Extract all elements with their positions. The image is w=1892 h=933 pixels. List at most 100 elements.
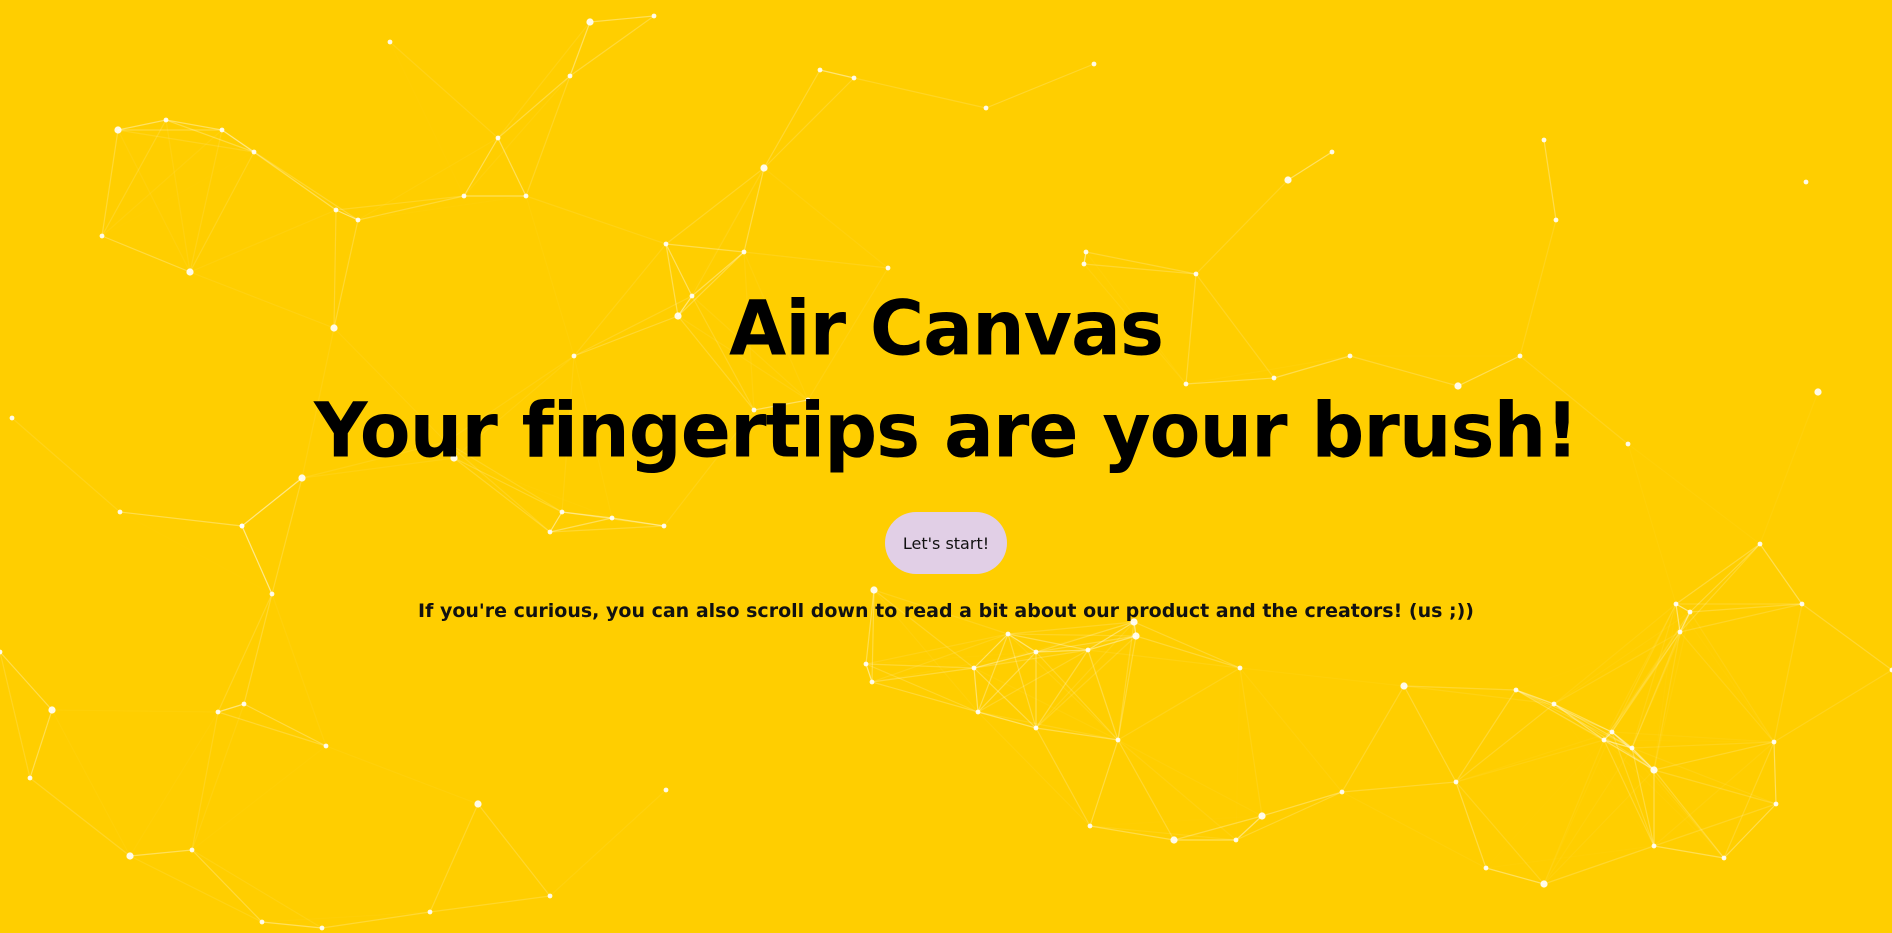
title-line-app-name: Air Canvas [728, 285, 1164, 373]
network-link [1612, 732, 1724, 858]
network-link [871, 681, 979, 713]
network-node [1237, 665, 1243, 671]
network-link [1543, 845, 1655, 885]
network-link [1553, 631, 1681, 705]
network-link [569, 21, 591, 77]
network-link [1341, 781, 1457, 793]
network-node [1803, 179, 1809, 185]
network-link [665, 243, 745, 253]
network-link [101, 129, 223, 237]
network-link [1035, 649, 1089, 729]
network-link [763, 167, 889, 269]
network-node [1601, 737, 1607, 743]
network-link [52, 710, 130, 856]
network-link [129, 849, 193, 857]
network-node [241, 701, 247, 707]
network-node [547, 893, 553, 899]
network-node [114, 126, 122, 134]
network-node [1170, 836, 1178, 844]
network-link [1117, 667, 1241, 741]
network-node [1721, 855, 1727, 861]
network-link [217, 703, 245, 713]
network-link [1455, 703, 1555, 783]
network-link [165, 119, 255, 153]
network-link [1773, 669, 1892, 743]
network-link [1553, 703, 1605, 741]
network-node [663, 241, 669, 247]
network-link [569, 15, 655, 77]
network-node [1677, 629, 1683, 635]
network-node [1553, 217, 1559, 223]
network-link [117, 129, 255, 153]
network-link [985, 63, 1095, 109]
network-node [427, 909, 433, 915]
hero-section: Air Canvas Your fingertips are your brus… [0, 280, 1892, 622]
network-link [1341, 685, 1405, 793]
network-link [1653, 741, 1775, 847]
network-node [1193, 271, 1199, 277]
network-node [1541, 137, 1547, 143]
network-link [1403, 685, 1457, 783]
network-link [321, 911, 431, 929]
network-node [219, 127, 225, 133]
network-link [974, 636, 1136, 668]
network-node [1005, 631, 1011, 637]
network-link [1236, 668, 1240, 840]
lets-start-button[interactable]: Let's start! [885, 512, 1007, 574]
network-link [189, 209, 337, 273]
network-link [1516, 632, 1680, 690]
network-node [1115, 737, 1121, 743]
network-node [817, 67, 823, 73]
network-link [1089, 739, 1119, 827]
network-link [1485, 867, 1545, 885]
network-link [429, 803, 479, 913]
network-link [129, 855, 263, 923]
network-link [1035, 727, 1091, 827]
network-link [0, 651, 31, 779]
network-link [1679, 631, 1775, 743]
network-node [586, 18, 594, 26]
network-node [885, 265, 891, 271]
network-link [525, 195, 667, 245]
network-link [1515, 689, 1605, 741]
network-node [474, 800, 482, 808]
network-node [1651, 843, 1657, 849]
network-link [101, 235, 191, 273]
network-node [1033, 725, 1039, 731]
network-link [1653, 803, 1777, 847]
network-link [497, 21, 591, 139]
network-link [1653, 769, 1777, 805]
network-link [192, 746, 326, 850]
network-link [29, 777, 131, 857]
network-node [1551, 701, 1557, 707]
network-node [663, 787, 669, 793]
network-link [1287, 151, 1333, 181]
network-node [869, 679, 875, 685]
network-link [429, 895, 551, 913]
network-link [1653, 631, 1681, 771]
scroll-hint-text: If you're curious, you can also scroll d… [418, 600, 1474, 622]
network-link [1676, 604, 1774, 742]
network-link [1544, 748, 1632, 884]
network-link [1455, 689, 1517, 783]
network-node [1081, 261, 1087, 267]
network-node [1087, 823, 1093, 829]
network-node [1033, 649, 1039, 655]
network-link [389, 41, 499, 139]
network-link [1117, 739, 1237, 841]
network-node [387, 39, 393, 45]
network-node [1085, 647, 1091, 653]
network-link [1653, 769, 1725, 859]
network-node [319, 925, 325, 931]
network-node [215, 709, 221, 715]
network-node [1132, 632, 1140, 640]
network-link [1544, 732, 1612, 884]
network-link [217, 711, 327, 747]
network-node [1540, 880, 1548, 888]
network-link [101, 129, 119, 237]
network-link [589, 15, 655, 23]
network-node [1284, 176, 1292, 184]
network-node [1650, 766, 1658, 774]
page-title: Air Canvas Your fingertips are your brus… [0, 278, 1892, 482]
network-link [865, 663, 979, 713]
